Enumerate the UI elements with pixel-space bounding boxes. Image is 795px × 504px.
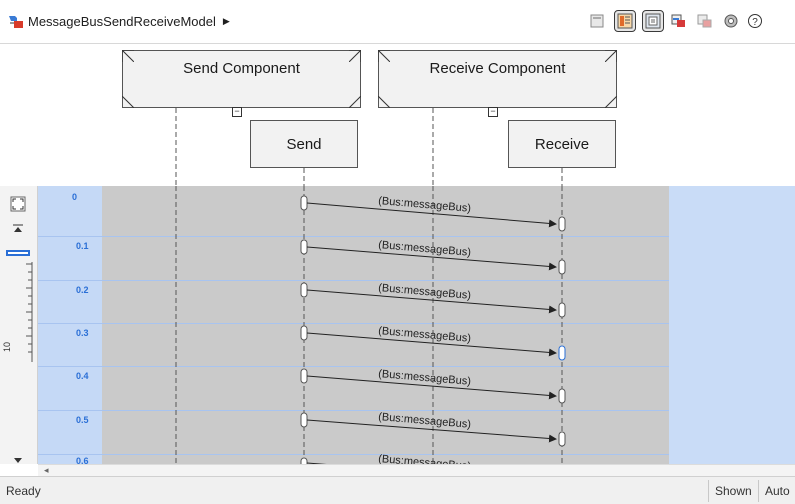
- chevron-right-icon[interactable]: ▶: [223, 16, 230, 27]
- status-bar: Ready Shown Auto: [0, 476, 795, 504]
- table-view-button[interactable]: [614, 10, 636, 32]
- message-label: (Bus:messageBus): [378, 368, 472, 388]
- toolbar: MessageBusSendReceiveModel ▶ ?: [0, 0, 795, 44]
- filter-icon: [671, 14, 685, 27]
- message-label: (Bus:messageBus): [378, 453, 472, 464]
- breadcrumb-model-name[interactable]: MessageBusSendReceiveModel: [28, 14, 216, 29]
- message-label: (Bus:messageBus): [378, 239, 472, 259]
- fit-view-button[interactable]: [642, 10, 664, 32]
- model-icon: [9, 16, 23, 28]
- copy-button[interactable]: [694, 10, 716, 32]
- help-button[interactable]: ?: [744, 10, 766, 32]
- horizontal-scrollbar[interactable]: ◂: [38, 464, 795, 476]
- message-label: (Bus:messageBus): [378, 411, 472, 431]
- header-lifelines: [175, 108, 563, 186]
- settings-icon: [724, 14, 738, 28]
- scroll-left-icon[interactable]: ◂: [44, 465, 49, 476]
- sequence-body: 10 0 0.1 0.2 0.3 0.4 0.5 0.6 (Bus:messag…: [0, 186, 795, 464]
- filter-button[interactable]: [668, 10, 690, 32]
- message-label: (Bus:messageBus): [378, 282, 472, 302]
- layout-icon: [590, 14, 604, 28]
- table-view-icon: [617, 13, 633, 29]
- message-label: (Bus:messageBus): [378, 325, 472, 345]
- svg-text:?: ?: [752, 17, 758, 28]
- breadcrumb[interactable]: MessageBusSendReceiveModel ▶: [8, 10, 230, 32]
- status-shown: Shown: [708, 480, 752, 502]
- message[interactable]: (Bus:messageBus): [300, 453, 556, 464]
- sequence-viewer-window: MessageBusSendReceiveModel ▶ ? Send Comp…: [0, 0, 795, 504]
- message-label: (Bus:messageBus): [378, 195, 472, 215]
- settings-button[interactable]: [720, 10, 742, 32]
- message-diagram: (Bus:messageBus) (Bus:messageBus) (Bus:m…: [175, 186, 566, 464]
- layout-button[interactable]: [586, 10, 608, 32]
- help-icon: ?: [748, 14, 762, 28]
- copy-icon: [697, 14, 712, 28]
- status-auto: Auto: [758, 480, 790, 502]
- fit-view-icon: [645, 13, 661, 29]
- lifeline-header: Send Component − Receive Component − Sen…: [0, 44, 795, 186]
- status-text: Ready: [6, 484, 41, 498]
